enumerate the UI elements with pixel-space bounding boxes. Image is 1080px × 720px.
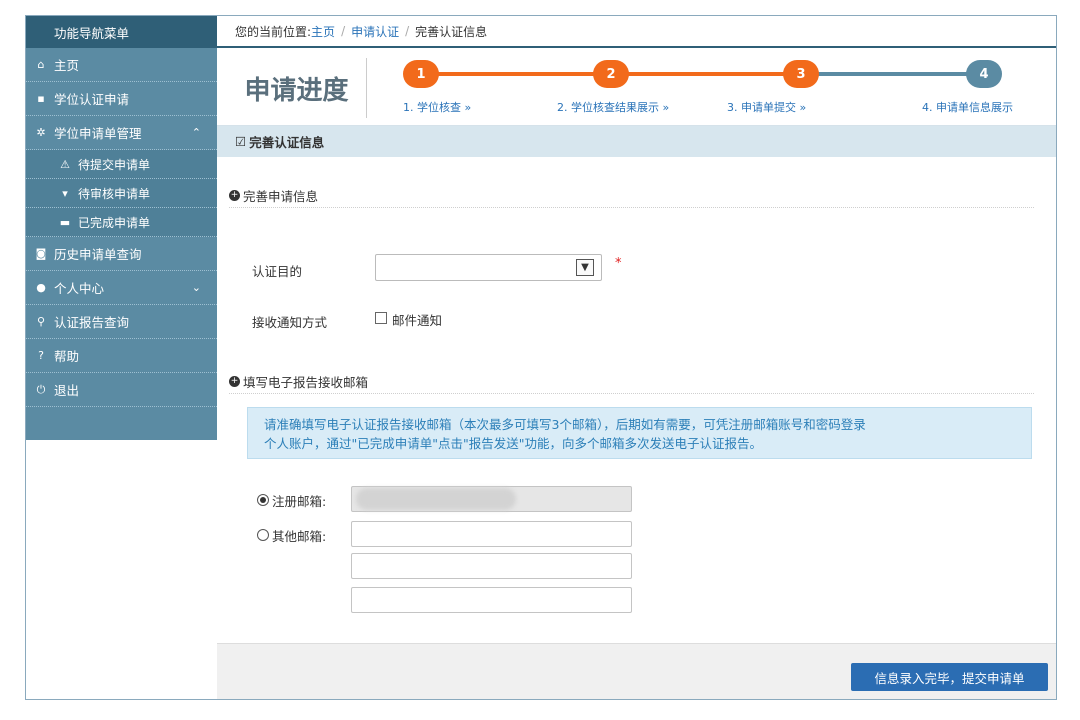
progress-steps: 申请进度 1 2 3 4 1. 学位核查 » 2. 学位核查结果展示 » 3. … (217, 48, 1056, 126)
step-2-circle: 2 (593, 60, 629, 88)
plus-circle-icon: + (229, 190, 240, 201)
nav-label: 帮助 (54, 349, 80, 364)
nav-label: 认证报告查询 (54, 315, 130, 330)
progress-title: 申请进度 (227, 58, 367, 118)
nav-item-logout[interactable]: ⏻ 退出 (26, 373, 217, 407)
nav-label: 学位认证申请 (54, 92, 130, 107)
sub-header-text: 填写电子报告接收邮箱 (243, 375, 369, 390)
sub-header-email: + 填写电子报告接收邮箱 (229, 370, 1034, 394)
search-icon: ⚲ (36, 315, 46, 328)
chevron-up-icon: ⌃ (191, 126, 201, 139)
nav-item-help[interactable]: ? 帮助 (26, 339, 217, 373)
nav-label: 已完成申请单 (78, 215, 151, 230)
user-icon: ● (36, 281, 46, 294)
redacted-email (356, 488, 516, 510)
other-email-label: 其他邮箱: (272, 529, 327, 544)
sidebar: 功能导航菜单 ⌂ 主页 ▪ 学位认证申请 ✲ 学位申请单管理 ⌃ ⚠ 待提交申请… (26, 16, 217, 699)
nav-label: 主页 (54, 58, 80, 73)
breadcrumb-separator: / (341, 24, 346, 38)
other-email-field-2[interactable] (351, 553, 632, 579)
nav-item-personal-center[interactable]: ● 个人中心 ⌄ (26, 271, 217, 305)
sidebar-title: 功能导航菜单 (26, 16, 217, 48)
nav-label: 待提交申请单 (78, 157, 151, 172)
nav-item-report-query[interactable]: ⚲ 认证报告查询 (26, 305, 217, 339)
registered-email-field (351, 486, 632, 512)
step-1-circle: 1 (403, 60, 439, 88)
step-4-label: 4. 申请单信息展示 (922, 101, 1013, 114)
step-3-circle: 3 (783, 60, 819, 88)
cart-icon: ▾ (62, 186, 68, 200)
breadcrumb-prefix: 您的当前位置: (235, 24, 312, 39)
chevron-down-icon: ⌄ (191, 281, 201, 294)
notify-label: 接收通知方式 (252, 315, 328, 330)
required-mark: * (615, 256, 622, 271)
breadcrumb-apply-link[interactable]: 申请认证 (351, 23, 399, 40)
nav-label: 历史申请单查询 (54, 247, 142, 262)
warning-icon: ⚠ (60, 157, 70, 171)
nav-item-pending-review[interactable]: ▾ 待审核申请单 (26, 179, 217, 208)
registered-email-label: 注册邮箱: (272, 494, 327, 509)
purpose-label: 认证目的 (252, 264, 303, 279)
form-footer: 信息录入完毕，提交申请单 (217, 643, 1056, 699)
inbox-icon: ▬ (59, 215, 71, 229)
main-content: 您的当前位置: 主页 / 申请认证 / 完善认证信息 申请进度 1 2 3 4 … (217, 16, 1056, 699)
email-notify-checkbox[interactable] (375, 312, 387, 324)
other-email-radio[interactable] (257, 529, 269, 541)
purpose-select[interactable]: ▼ (375, 254, 602, 281)
breadcrumb-separator: / (405, 24, 410, 38)
sub-header-application-info: + 完善申请信息 (229, 184, 1034, 208)
nav-label: 学位申请单管理 (54, 126, 142, 141)
other-email-field-3[interactable] (351, 587, 632, 613)
progress-line-pending (809, 72, 979, 76)
camera-icon: ◙ (35, 247, 47, 260)
notice-line-1: 请准确填写电子认证报告接收邮箱（本次最多可填写3个邮箱），后期如有需要，可凭注册… (264, 417, 866, 432)
submit-application-button[interactable]: 信息录入完毕，提交申请单 (851, 663, 1048, 691)
email-notice: 请准确填写电子认证报告接收邮箱（本次最多可填写3个邮箱），后期如有需要，可凭注册… (247, 407, 1032, 459)
notice-line-2: 个人账户，通过"已完成申请单"点击"报告发送"功能，向多个邮箱多次发送电子认证报… (264, 436, 762, 451)
step-3-label: 3. 申请单提交 » (727, 101, 807, 114)
help-icon: ? (38, 349, 44, 362)
nav-item-pending-submit[interactable]: ⚠ 待提交申请单 (26, 150, 217, 179)
step-4-circle: 4 (966, 60, 1002, 88)
section-title: 完善认证信息 (249, 135, 325, 150)
step-1-label: 1. 学位核查 » (403, 101, 472, 114)
app-frame: 功能导航菜单 ⌂ 主页 ▪ 学位认证申请 ✲ 学位申请单管理 ⌃ ⚠ 待提交申请… (25, 15, 1057, 700)
registered-email-radio[interactable] (257, 494, 269, 506)
sub-header-text: 完善申请信息 (243, 189, 319, 204)
nav-item-history[interactable]: ◙ 历史申请单查询 (26, 237, 217, 271)
edit-icon: ☑ (235, 134, 247, 149)
document-icon: ▪ (37, 92, 45, 105)
breadcrumb-current: 完善认证信息 (415, 24, 488, 39)
nav-label: 个人中心 (54, 281, 105, 296)
gear-icon: ✲ (36, 126, 46, 139)
nav-item-degree-apply[interactable]: ▪ 学位认证申请 (26, 82, 217, 116)
breadcrumb-home-link[interactable]: 主页 (311, 23, 335, 40)
section-header: ☑ 完善认证信息 (217, 126, 1056, 157)
nav-label: 退出 (54, 383, 80, 398)
step-2-label: 2. 学位核查结果展示 » (557, 101, 670, 114)
home-icon: ⌂ (37, 58, 45, 71)
nav-item-home[interactable]: ⌂ 主页 (26, 48, 217, 82)
nav-label: 待审核申请单 (78, 186, 151, 201)
other-email-field-1[interactable] (351, 521, 632, 547)
power-icon: ⏻ (36, 382, 46, 396)
chevron-down-icon: ▼ (576, 259, 594, 276)
breadcrumb: 您的当前位置: 主页 / 申请认证 / 完善认证信息 (217, 16, 1056, 48)
nav-item-completed[interactable]: ▬ 已完成申请单 (26, 208, 217, 237)
email-notify-label: 邮件通知 (392, 313, 443, 328)
nav-item-application-management[interactable]: ✲ 学位申请单管理 ⌃ (26, 116, 217, 150)
plus-circle-icon: + (229, 376, 240, 387)
